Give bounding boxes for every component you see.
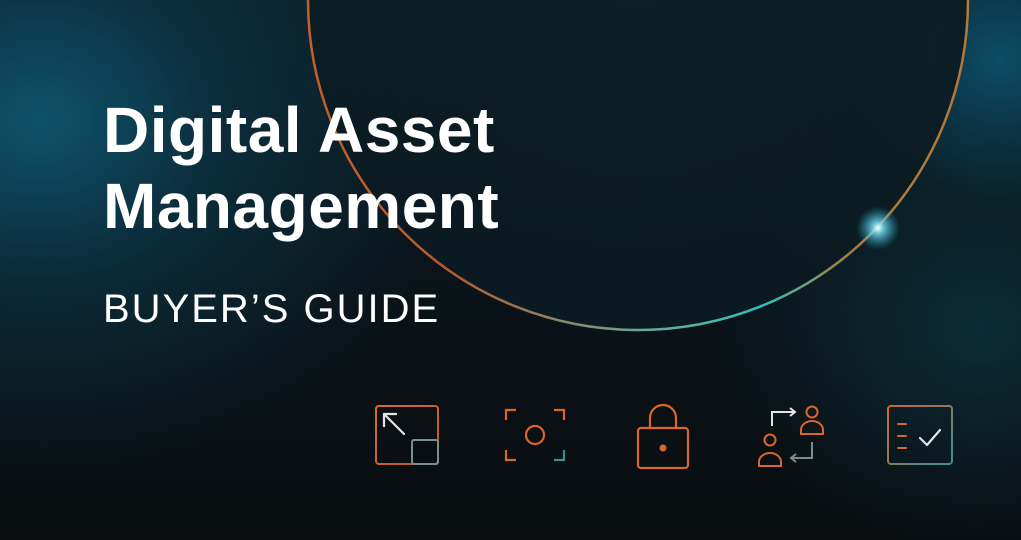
subtitle: BUYER’S GUIDE	[103, 287, 441, 331]
page-title: Digital Asset Management	[103, 92, 499, 244]
lock-icon	[626, 398, 700, 472]
resize-icon	[370, 398, 444, 472]
feature-icons	[370, 398, 960, 472]
banner: Digital Asset Management BUYER’S GUIDE	[0, 0, 1021, 540]
title-line-2: Management	[103, 170, 500, 242]
user-exchange-icon	[754, 398, 828, 472]
title-line-1: Digital Asset	[103, 94, 495, 166]
checklist-icon	[882, 398, 956, 472]
focus-icon	[498, 398, 572, 472]
